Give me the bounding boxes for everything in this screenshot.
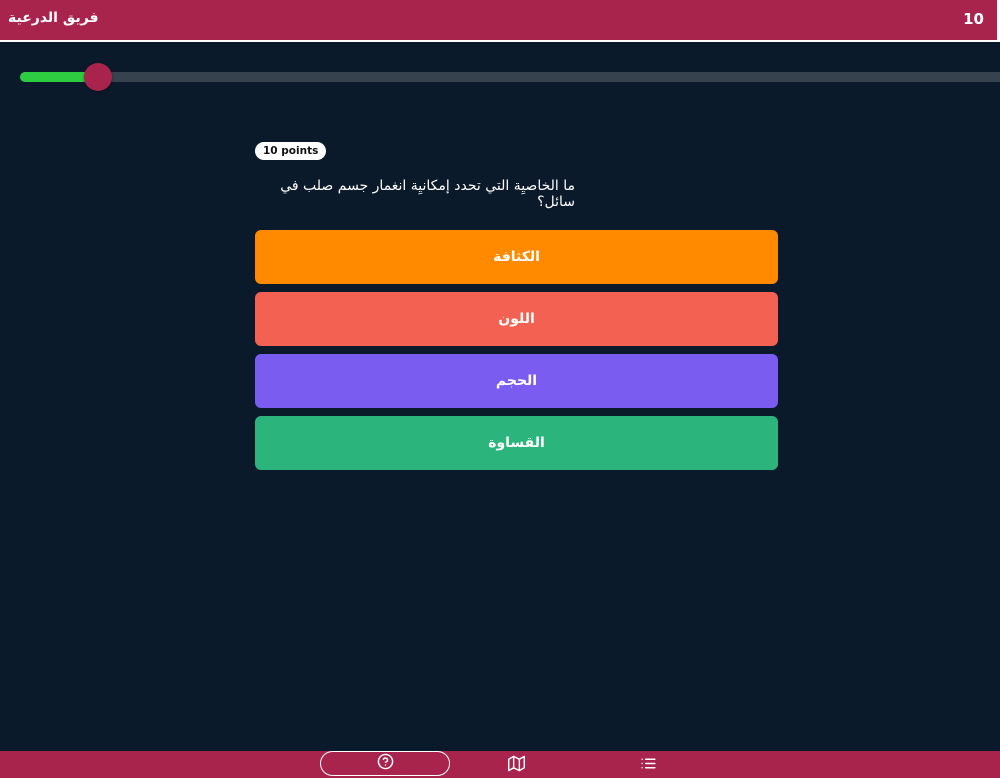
bottom-bar: [0, 751, 1000, 778]
team-name: فريق الدرعية: [8, 10, 99, 26]
quiz-screen: فريق الدرعية 10 10 points ما الخاصيِة ال…: [0, 0, 1000, 778]
question-text: ما الخاصيِة التي تحدد إمكانيِة انغمار جس…: [280, 178, 575, 210]
map-button[interactable]: [506, 755, 526, 775]
score-display: 10: [963, 10, 984, 28]
help-button[interactable]: [320, 751, 450, 776]
answer-option-density[interactable]: الكثافة: [255, 230, 778, 284]
progress-track: [20, 63, 1000, 91]
answer-option-hardness[interactable]: القساوة: [255, 416, 778, 470]
progress-thumb[interactable]: [84, 63, 112, 91]
answer-option-volume[interactable]: الحجم: [255, 354, 778, 408]
points-badge: 10 points: [255, 142, 327, 160]
answer-list: الكثافة اللون الحجم القساوة: [255, 230, 778, 478]
help-circle-icon: [377, 753, 394, 774]
answer-option-color[interactable]: اللون: [255, 292, 778, 346]
map-icon: [507, 755, 525, 776]
list-icon: [640, 755, 657, 776]
top-bar: فريق الدرعية 10: [0, 0, 1000, 42]
list-button[interactable]: [638, 755, 658, 775]
